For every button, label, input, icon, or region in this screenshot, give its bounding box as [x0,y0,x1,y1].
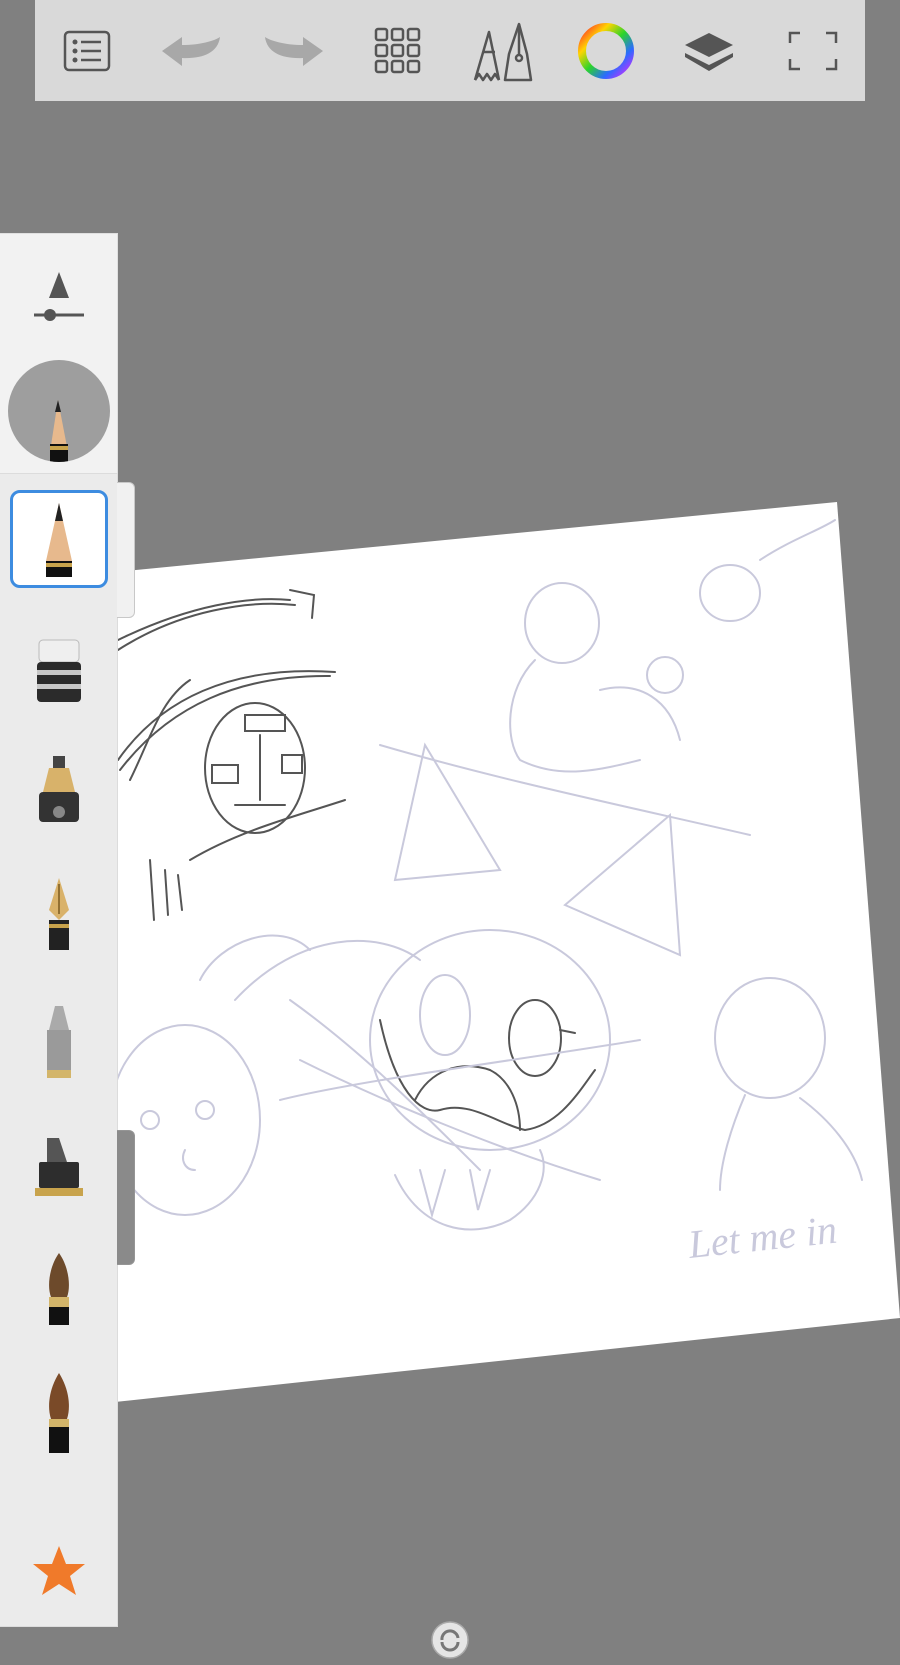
brush-size-icon [34,272,84,321]
color-wheel-icon [577,22,634,79]
marker-icon [47,1006,71,1078]
brush-marker[interactable] [10,993,108,1091]
brush-round[interactable] [10,1240,108,1338]
brush-fountain-pen[interactable] [10,867,108,965]
drawing-canvas[interactable]: Let me in [0,0,900,1665]
fullscreen-button[interactable] [773,11,853,91]
brush-tools-button[interactable] [462,11,542,91]
pencil-icon [46,503,72,577]
favorites-button[interactable] [28,1540,90,1602]
list-icon [63,30,111,71]
list-button[interactable] [47,11,127,91]
brush-airbrush[interactable] [10,743,108,841]
ink-brush-icon [49,1373,69,1453]
redo-button[interactable] [254,11,334,91]
color-button[interactable] [566,11,646,91]
undo-button[interactable] [151,11,231,91]
current-brush-preview[interactable] [8,360,110,462]
brush-pencil[interactable] [10,490,108,588]
layers-icon [685,32,734,71]
eraser-icon [37,639,81,702]
brush-tools-icon [473,22,533,81]
layers-button[interactable] [669,11,749,91]
grid-icon [374,27,421,73]
brush-eraser[interactable] [10,622,108,720]
chisel-marker-icon [35,1138,83,1196]
pen-icon [49,878,69,950]
brush-panel-handle-lower[interactable] [117,1130,135,1265]
redo-icon [265,36,324,66]
airbrush-icon [39,756,79,822]
brush-icon [49,1253,69,1325]
brush-size-opacity-button[interactable] [28,262,90,324]
brush-panel-handle[interactable] [117,482,135,618]
top-toolbar [35,0,865,101]
brush-library-grid-button[interactable] [358,11,438,91]
undo-icon [161,36,220,66]
toggle-ui-button[interactable] [430,1620,470,1660]
pencil-icon [50,400,68,462]
brush-chisel-marker[interactable] [10,1118,108,1216]
refresh-icon [431,1621,469,1659]
fullscreen-icon [788,31,838,70]
star-icon [33,1546,85,1595]
brush-ink[interactable] [10,1363,108,1461]
